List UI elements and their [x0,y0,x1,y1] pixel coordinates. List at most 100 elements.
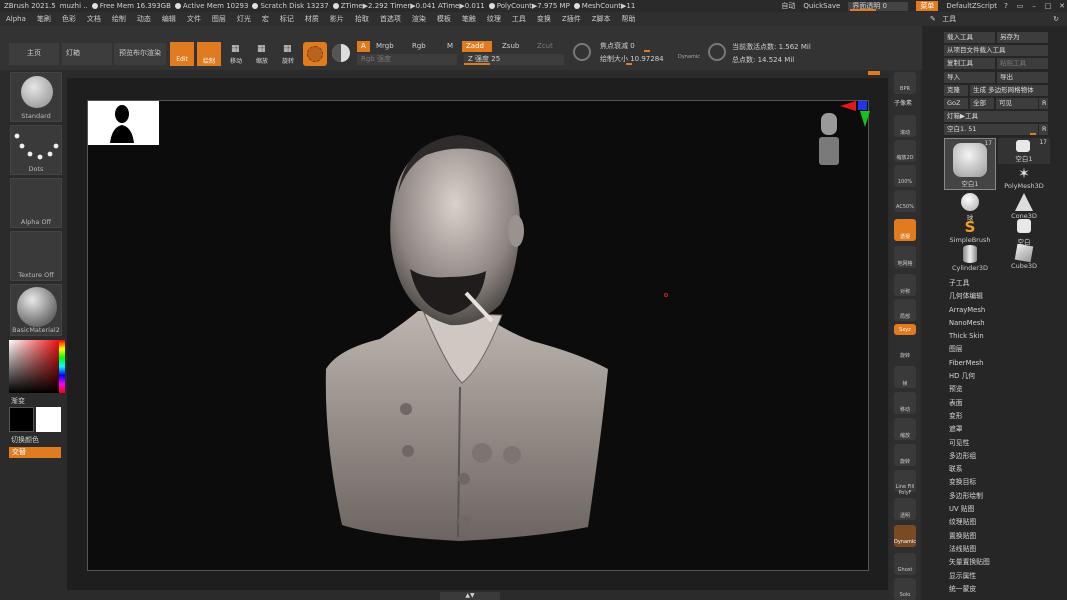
menu-zscript[interactable]: Z脚本 [592,14,611,24]
import-button[interactable]: 导入 [944,72,995,83]
hue-strip[interactable] [59,340,65,393]
subpalette-normal-map[interactable]: 法线贴图 [949,543,990,556]
subpalette-preview[interactable]: 预览 [949,383,990,396]
menu-button[interactable]: 菜单 [916,1,939,11]
save-as-button[interactable]: 另存为 [997,32,1048,43]
canvas-viewport[interactable] [87,100,870,571]
polyframe-button[interactable]: Line Fill PolyF [894,470,916,496]
subpalette-layers[interactable]: 图层 [949,343,990,356]
tool-thumb-sphere[interactable]: 球 [945,193,995,222]
rgb-intensity-slider[interactable]: Rgb 强度 [357,54,457,65]
subpalette-display-properties[interactable]: 显示属性 [949,570,990,583]
menu-movie[interactable]: 影片 [330,14,344,24]
transparency-button[interactable]: 透明 [894,498,916,520]
scroll-button[interactable]: 滚动 [894,115,916,137]
menu-edit[interactable]: 编辑 [162,14,176,24]
menu-alpha[interactable]: Alpha [6,15,26,23]
menu-color[interactable]: 色彩 [62,14,76,24]
subpalette-deformation[interactable]: 变形 [949,410,990,423]
zoom-view-button[interactable]: 缩放 [894,418,916,440]
actual-size-button[interactable]: 100% [894,165,916,187]
alternate-button[interactable]: 交替 [9,447,61,458]
load-from-project-button[interactable]: 从项目文件载入工具 [944,45,1048,56]
main-color-swatch[interactable] [9,407,34,432]
alpha-tile[interactable]: Alpha Off [10,178,62,228]
subpalette-subtool[interactable]: 子工具 [949,277,990,290]
lightbox-button[interactable]: 灯箱 [62,43,112,65]
menu-render[interactable]: 渲染 [412,14,426,24]
material-tile[interactable]: BasicMaterial2 [10,284,62,336]
material-swatch[interactable] [303,42,327,66]
subpalette-hd-geometry[interactable]: HD 几何 [949,370,990,383]
switch-color-button[interactable]: 切换颜色 [11,435,39,445]
move-button[interactable]: 移动 [225,42,247,66]
tool-thumb-polymesh3d[interactable]: ✶ PolyMesh3D [999,167,1049,193]
tool-thumb-cylinder3d[interactable]: Cylinder3D [945,245,995,272]
secondary-color-swatch[interactable] [36,407,61,432]
dynamic-toggle[interactable]: Dynamic [678,54,700,60]
menu-brush[interactable]: 笔刷 [37,14,51,24]
goz-r-button[interactable]: R [1039,98,1048,109]
menu-stencil[interactable]: 模板 [437,14,451,24]
color-picker[interactable] [9,340,65,393]
menu-draw[interactable]: 绘制 [112,14,126,24]
menu-transform[interactable]: 变换 [537,14,551,24]
subpalette-polygroups[interactable]: 多边形组 [949,450,990,463]
zcut-toggle[interactable]: Zcut [533,41,557,52]
minimize-icon[interactable]: – [1029,2,1039,10]
rgb-toggle[interactable]: Rgb [408,41,430,52]
tool-thumb-cone3d[interactable]: Cone3D [999,193,1049,220]
lightbox-tools-button[interactable]: 灯箱▶工具 [944,111,1048,122]
rotate-view-button[interactable]: 旋转 [894,444,916,466]
draw-size-icon[interactable] [708,43,726,61]
menu-marker[interactable]: 标记 [280,14,294,24]
focal-shift-icon[interactable] [573,43,591,61]
export-button[interactable]: 导出 [997,72,1048,83]
local-button[interactable]: 局部 [894,299,916,321]
subpalette-texture-map[interactable]: 纹理贴图 [949,516,990,529]
subpalette-thick-skin[interactable]: Thick Skin [949,330,990,343]
solo-button[interactable]: Solo [894,578,916,600]
tool-thumb-subtool[interactable]: 17 空白1 [998,138,1050,164]
goz-visible-button[interactable]: 可见 [996,98,1038,109]
refresh-icon[interactable]: ↻ [1053,12,1059,26]
a-toggle[interactable]: A [357,41,370,52]
ghost-button[interactable]: Ghost [894,553,916,575]
tool-thumb-selected[interactable]: 17 空白1 [944,138,996,190]
floor-grid-button[interactable]: 地网格 [894,246,916,268]
layout-icon[interactable]: ▭ [1015,2,1025,10]
current-tool-slider[interactable]: 空白1. 51 [944,124,1038,135]
subpalette-polypaint[interactable]: 多边形绘制 [949,490,990,503]
copy-tool-button[interactable]: 复制工具 [944,58,995,69]
symmetry-button[interactable]: 对称 [894,274,916,296]
draw-button[interactable]: 绘制 [197,42,221,66]
close-icon[interactable]: ✕ [1057,2,1067,10]
menu-material[interactable]: 材质 [305,14,319,24]
menu-stroke[interactable]: 笔触 [462,14,476,24]
subpalette-unified-skin[interactable]: 统一蒙皮 [949,583,990,596]
rotate-button[interactable]: 旋转 [277,42,299,66]
focal-shift-slider[interactable]: 焦点衰减 0 [596,41,704,52]
menu-document[interactable]: 文档 [87,14,101,24]
load-tool-button[interactable]: 载入工具 [944,32,995,43]
menu-zplugin[interactable]: Z插件 [562,14,581,24]
frame-button[interactable]: 帧 [894,366,916,388]
bpr-button[interactable]: BPR [894,72,916,94]
menu-preferences[interactable]: 首选项 [380,14,401,24]
goz-button[interactable]: GoZ [944,98,968,109]
move-view-button[interactable]: 移动 [894,392,916,414]
rotate-z-button[interactable]: 旋转 [894,338,916,360]
mrgb-toggle[interactable]: Mrgb [372,41,398,52]
head-gizmo-icon[interactable] [816,113,842,167]
menu-layer[interactable]: 图层 [212,14,226,24]
subpalette-uv-map[interactable]: UV 贴图 [949,503,990,516]
current-tool-r-button[interactable]: R [1039,124,1048,135]
m-toggle[interactable]: M [443,41,457,52]
yin-yang-icon[interactable] [332,44,350,62]
tool-thumb-blank[interactable]: 空白 [999,219,1049,246]
palette-header[interactable]: ✎ 工具 ↻ [922,12,1067,26]
zadd-toggle[interactable]: Zadd [462,41,492,52]
default-zscript[interactable]: DefaultZScript [946,2,997,10]
paste-tool-button[interactable]: 粘贴工具 [997,58,1048,69]
z-intensity-slider[interactable]: Z 强度 25 [464,54,564,65]
